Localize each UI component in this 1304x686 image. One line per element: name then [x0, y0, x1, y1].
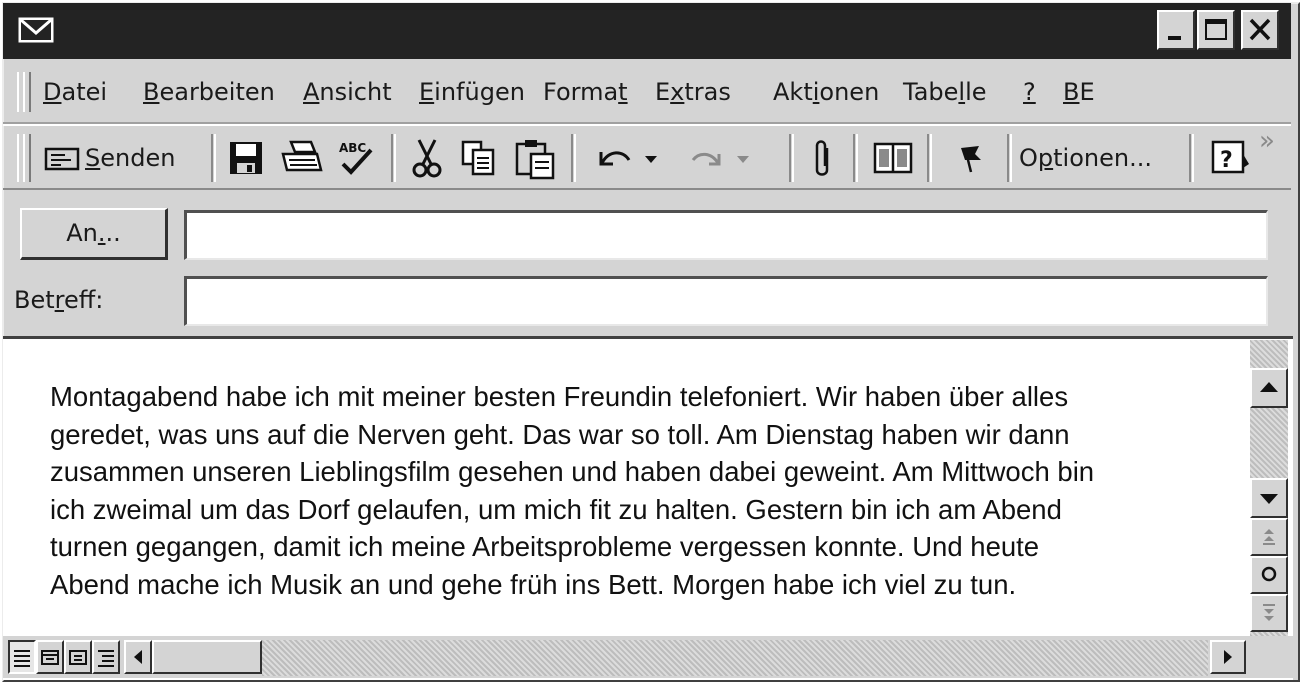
message-line: ich zweimal um das Dorf gelaufen, um mic… — [50, 493, 1062, 525]
arrow-right-icon — [1224, 650, 1232, 664]
message-line: geredet, was uns auf die Nerven geht. Da… — [50, 418, 1070, 450]
menubar-grip-2[interactable] — [23, 72, 31, 112]
menu-ansicht[interactable]: Ansicht — [303, 76, 392, 108]
send-icon — [44, 147, 80, 171]
undo-button[interactable] — [589, 134, 673, 182]
message-line: Abend mache ich Musik an und gehe früh i… — [50, 568, 1017, 600]
address-book-button[interactable] — [869, 134, 917, 182]
horizontal-scroll-thumb[interactable] — [152, 640, 262, 674]
toolbar-separator — [1007, 134, 1012, 182]
standard-toolbar: Senden ABC Optionen... ? » — [3, 124, 1291, 190]
spellcheck-button[interactable]: ABC — [333, 134, 381, 182]
menu-bar: Datei Bearbeiten Ansicht Einfügen Format… — [3, 62, 1291, 124]
toolbar-separator — [853, 134, 858, 182]
chevron-right-icon: » — [1259, 126, 1275, 156]
print-button[interactable] — [277, 134, 325, 182]
maximize-button[interactable] — [1197, 10, 1235, 50]
close-icon — [1249, 18, 1271, 41]
spellcheck-icon: ABC — [339, 141, 373, 175]
browse-object-icon — [1261, 566, 1277, 582]
send-label: Senden — [85, 144, 176, 172]
menu-einfuegen[interactable]: Einfügen — [419, 76, 525, 108]
scroll-down-button[interactable] — [1250, 478, 1288, 518]
toolbar-separator — [1189, 134, 1194, 182]
address-book-icon — [873, 142, 913, 174]
redo-icon — [691, 152, 749, 166]
close-button[interactable] — [1241, 10, 1279, 50]
subject-label: Betreff: — [14, 286, 104, 314]
maximize-icon — [1205, 19, 1227, 40]
web-layout-button[interactable] — [36, 640, 64, 674]
help-button[interactable]: ? — [1205, 134, 1255, 182]
toolbar-separator — [927, 134, 932, 182]
title-bar[interactable] — [3, 3, 1291, 59]
horizontal-scrollbar[interactable] — [262, 640, 1208, 676]
toolbar-separator — [789, 134, 794, 182]
paste-icon — [515, 140, 555, 180]
send-button[interactable]: Senden — [39, 134, 205, 182]
print-layout-icon — [69, 650, 87, 665]
attach-icon — [815, 140, 829, 176]
save-button[interactable] — [225, 134, 269, 182]
scroll-right-button[interactable] — [1210, 640, 1246, 674]
copy-icon — [461, 140, 495, 176]
menu-aktionen[interactable]: Aktionen — [773, 76, 879, 108]
subject-field[interactable] — [184, 276, 1268, 326]
arrow-left-icon — [134, 650, 142, 664]
print-layout-button[interactable] — [64, 640, 92, 674]
cut-button[interactable] — [407, 134, 447, 182]
menu-extras[interactable]: Extras — [655, 76, 731, 108]
message-line: zusammen unseren Lieblingsfilm gesehen u… — [50, 456, 1095, 487]
menu-format[interactable]: Format — [543, 76, 628, 108]
options-label: Optionen... — [1019, 144, 1152, 172]
minimize-button[interactable] — [1157, 10, 1195, 50]
normal-view-icon — [14, 650, 30, 667]
flag-button[interactable] — [943, 134, 997, 182]
save-icon — [230, 142, 262, 174]
redo-button[interactable] — [681, 134, 765, 182]
scroll-left-button[interactable] — [124, 640, 152, 674]
flag-icon — [961, 146, 981, 173]
toolbar-grip-2[interactable] — [23, 134, 31, 182]
select-browse-object-button[interactable] — [1250, 556, 1288, 594]
envelope-icon — [18, 17, 54, 43]
toolbar-separator — [391, 134, 396, 182]
normal-view-button[interactable] — [8, 640, 36, 674]
print-icon — [281, 140, 323, 172]
copy-button[interactable] — [457, 134, 501, 182]
message-line: Montagabend habe ich mit meiner besten F… — [50, 381, 1069, 412]
toolbar-separator — [571, 134, 576, 182]
arrow-up-icon — [1260, 382, 1278, 392]
minimize-icon — [1168, 36, 1181, 40]
message-body[interactable]: Montagabend habe ich mit meiner besten F… — [50, 378, 1250, 603]
double-arrow-down-icon — [1263, 604, 1275, 621]
menu-datei[interactable]: Datei — [43, 76, 107, 108]
cut-icon — [412, 139, 442, 178]
next-page-button[interactable] — [1250, 594, 1288, 632]
double-arrow-up-icon — [1263, 529, 1275, 545]
options-button[interactable]: Optionen... — [1019, 134, 1183, 182]
to-button[interactable]: An... — [20, 208, 168, 260]
to-field[interactable] — [184, 210, 1268, 260]
svg-text:ABC: ABC — [339, 141, 366, 155]
scroll-up-button[interactable] — [1250, 368, 1288, 408]
toolbar-separator — [211, 134, 216, 182]
outline-view-icon — [98, 650, 114, 667]
paste-button[interactable] — [511, 134, 561, 182]
help-icon: ? — [1211, 140, 1249, 174]
svg-text:?: ? — [1220, 148, 1233, 173]
menu-bearbeiten[interactable]: Bearbeiten — [143, 76, 275, 108]
outline-view-button[interactable] — [92, 640, 120, 674]
message-line: turnen gegangen, damit ich meine Arbeits… — [50, 531, 1040, 562]
menu-tabelle[interactable]: Tabelle — [903, 76, 987, 108]
toolbar-overflow-button[interactable]: » — [1259, 126, 1283, 182]
menu-help[interactable]: ? — [1023, 76, 1036, 108]
attach-button[interactable] — [803, 134, 843, 182]
menu-be[interactable]: BE — [1063, 76, 1095, 108]
previous-page-button[interactable] — [1250, 518, 1288, 556]
web-layout-icon — [41, 650, 59, 665]
arrow-down-icon — [1260, 494, 1278, 504]
undo-icon — [599, 151, 657, 166]
